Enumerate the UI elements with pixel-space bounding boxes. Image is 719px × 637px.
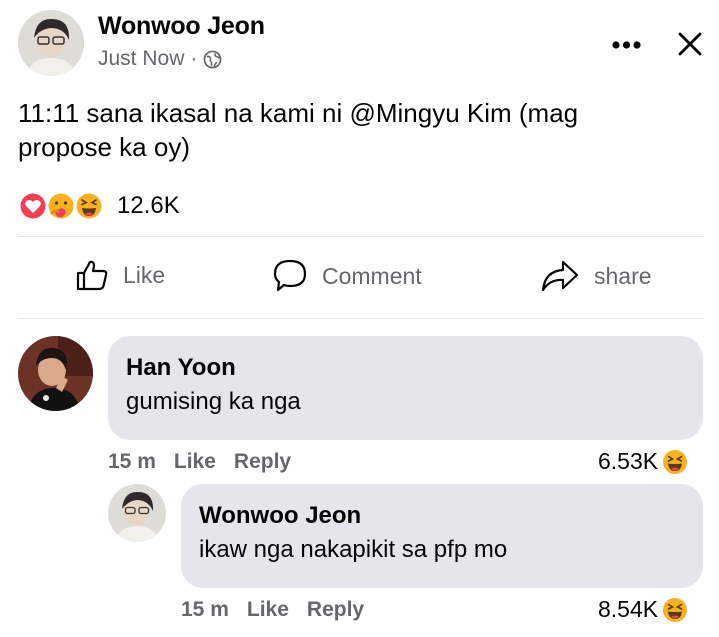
comment-button[interactable]: Comment bbox=[272, 258, 422, 294]
author-avatar[interactable] bbox=[18, 10, 84, 76]
more-options-icon[interactable] bbox=[610, 35, 646, 55]
post-author-name[interactable]: Wonwoo Jeon bbox=[98, 12, 265, 41]
comment-reaction-count[interactable]: 6.53K bbox=[598, 448, 688, 475]
love-reaction-icon bbox=[19, 192, 47, 220]
haha-reaction-icon bbox=[662, 449, 688, 475]
reply-reaction-value: 8.54K bbox=[598, 596, 659, 622]
care-reaction-icon bbox=[47, 192, 75, 220]
reply-meta: 15 m Like Reply bbox=[181, 598, 364, 622]
divider-top bbox=[18, 236, 703, 237]
reply-time[interactable]: 15 m bbox=[181, 598, 229, 622]
commenter-name[interactable]: Han Yoon bbox=[126, 354, 685, 382]
close-icon[interactable] bbox=[677, 31, 703, 57]
comment-meta: 15 m Like Reply bbox=[108, 450, 291, 474]
reply-like-button[interactable]: Like bbox=[247, 598, 289, 622]
post-meta: Just Now · bbox=[98, 47, 222, 71]
meta-separator: · bbox=[190, 47, 198, 70]
share-label: share bbox=[594, 262, 652, 289]
like-button[interactable]: Like bbox=[75, 258, 165, 292]
comment-reaction-value: 6.53K bbox=[598, 448, 659, 474]
comment-reply-button[interactable]: Reply bbox=[234, 450, 291, 474]
reply-reply-button[interactable]: Reply bbox=[307, 598, 364, 622]
comment-bubble-icon bbox=[272, 258, 308, 294]
haha-reaction-icon bbox=[75, 192, 103, 220]
reply-text: ikaw nga nakapikit sa pfp mo bbox=[199, 536, 508, 563]
share-button[interactable]: share bbox=[540, 258, 652, 294]
divider-bottom bbox=[18, 318, 703, 319]
haha-reaction-icon bbox=[662, 597, 688, 623]
post-time[interactable]: Just Now bbox=[98, 47, 184, 71]
like-label: Like bbox=[123, 261, 166, 288]
comment-like-button[interactable]: Like bbox=[174, 450, 216, 474]
commenter-avatar[interactable] bbox=[18, 336, 93, 411]
thumbs-up-icon bbox=[75, 258, 109, 292]
post-text: 11:11 sana ikasal na kami ni @Mingyu Kim… bbox=[18, 98, 579, 162]
share-arrow-icon bbox=[540, 258, 580, 294]
reply-author-name[interactable]: Wonwoo Jeon bbox=[199, 502, 685, 530]
reaction-count[interactable]: 12.6K bbox=[117, 192, 180, 220]
reaction-icons[interactable] bbox=[18, 190, 108, 222]
reply-author-avatar[interactable] bbox=[108, 484, 166, 542]
reply-reaction-count[interactable]: 8.54K bbox=[598, 596, 688, 623]
globe-icon bbox=[203, 50, 222, 69]
comment-text: gumising ka nga bbox=[126, 388, 301, 415]
comment-bubble: Han Yoon gumising ka nga bbox=[108, 336, 703, 440]
reply-bubble: Wonwoo Jeon ikaw nga nakapikit sa pfp mo bbox=[181, 484, 703, 588]
comment-label: Comment bbox=[322, 262, 422, 289]
comment-time[interactable]: 15 m bbox=[108, 450, 156, 474]
